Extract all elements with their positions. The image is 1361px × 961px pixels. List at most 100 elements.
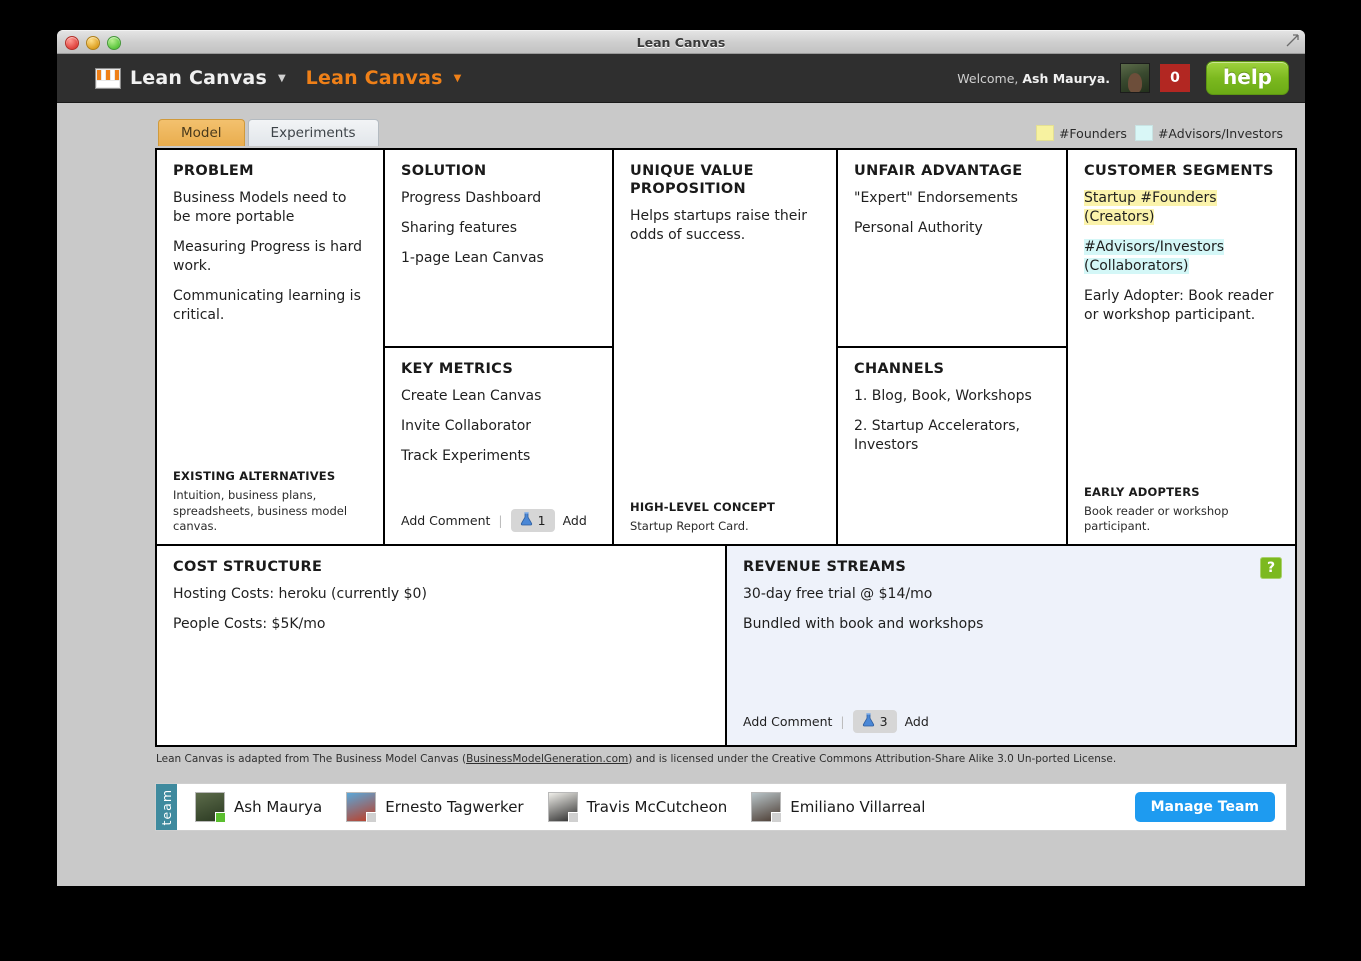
revenue-streams-line-2: Bundled with book and workshops [743, 615, 1279, 634]
unfair-advantage-line-2: Personal Authority [854, 219, 1050, 238]
status-badge [366, 812, 377, 823]
team-member[interactable]: Travis McCutcheon [548, 792, 728, 822]
attribution-after: ) and is licensed under the Creative Com… [628, 753, 1116, 765]
project-menu[interactable]: Lean Canvas ▼ [306, 67, 462, 89]
app-header: Lean Canvas ▼ Lean Canvas ▼ Welcome, Ash… [57, 54, 1305, 103]
attribution-text: Lean Canvas is adapted from The Business… [156, 753, 1116, 765]
avatar [548, 792, 578, 822]
team-member[interactable]: Ash Maurya [195, 792, 322, 822]
legend-swatch-founders [1036, 125, 1054, 141]
canvas-column-solution: SOLUTION Progress Dashboard Sharing feat… [385, 150, 614, 544]
channels-line-1: 1. Blog, Book, Workshops [854, 387, 1050, 406]
project-label: Lean Canvas [306, 67, 443, 89]
brand-menu[interactable]: Lean Canvas ▼ [95, 67, 286, 89]
team-member-name: Ernesto Tagwerker [385, 798, 523, 816]
add-link-revenue[interactable]: Add [905, 714, 929, 729]
revenue-comment-bar: Add Comment | 3 Add [727, 710, 1295, 745]
canvas-column-customer-segments: CUSTOMER SEGMENTS Startup #Founders (Cre… [1068, 150, 1295, 544]
cell-unique-value-proposition[interactable]: UNIQUE VALUE PROPOSITION Helps startups … [614, 150, 836, 544]
cell-customer-segments[interactable]: CUSTOMER SEGMENTS Startup #Founders (Cre… [1068, 150, 1295, 544]
team-bar: team Ash Maurya Ernesto Tagwerker [155, 783, 1287, 831]
flask-icon [862, 713, 875, 730]
cost-structure-line-2: People Costs: $5K/mo [173, 615, 709, 634]
project-chevron-down-icon[interactable]: ▼ [454, 73, 462, 84]
status-badge [215, 812, 226, 823]
cell-unfair-advantage[interactable]: UNFAIR ADVANTAGE "Expert" Endorsements P… [838, 150, 1066, 348]
zoom-button[interactable] [107, 36, 121, 50]
help-button[interactable]: help [1206, 61, 1289, 95]
canvas-column-unfair-advantage: UNFAIR ADVANTAGE "Expert" Endorsements P… [838, 150, 1068, 544]
lean-canvas-grid: PROBLEM Business Models need to be more … [155, 148, 1297, 747]
status-badge [568, 812, 579, 823]
cell-title-unfair-advantage: UNFAIR ADVANTAGE [854, 162, 1050, 180]
tab-model[interactable]: Model [158, 119, 245, 146]
team-member[interactable]: Emiliano Villarreal [751, 792, 925, 822]
experiment-count-revenue: 3 [880, 714, 888, 729]
view-tabs: Model Experiments [158, 119, 379, 146]
team-tab[interactable]: team [156, 784, 177, 830]
cell-solution[interactable]: SOLUTION Progress Dashboard Sharing feat… [385, 150, 612, 348]
revenue-streams-line-1: 30-day free trial @ $14/mo [743, 585, 1279, 604]
add-link-key-metrics[interactable]: Add [563, 513, 587, 528]
header-right-group: Welcome, Ash Maurya. 0 help [957, 61, 1289, 95]
lean-canvas-logo-icon [95, 68, 121, 89]
key-metrics-comment-bar: Add Comment | 1 Add [385, 509, 612, 544]
avatar [346, 792, 376, 822]
experiment-count-key-metrics: 1 [538, 513, 546, 528]
unfair-advantage-line-1: "Expert" Endorsements [854, 189, 1050, 208]
attribution-link[interactable]: BusinessModelGeneration.com [466, 753, 628, 765]
window-title: Lean Canvas [637, 35, 726, 50]
canvas-column-problem: PROBLEM Business Models need to be more … [157, 150, 385, 544]
existing-alternatives-text: Intuition, business plans, spreadsheets,… [173, 488, 367, 534]
customer-segment-founders-text: Startup #Founders (Creators) [1084, 190, 1217, 225]
notification-badge[interactable]: 0 [1160, 64, 1190, 92]
app-body: Model Experiments #Founders #Advisors/In… [57, 103, 1305, 886]
team-member-list: Ash Maurya Ernesto Tagwerker Travis McCu… [177, 792, 925, 822]
cell-problem[interactable]: PROBLEM Business Models need to be more … [157, 150, 383, 544]
minimize-button[interactable] [86, 36, 100, 50]
cell-key-metrics[interactable]: KEY METRICS Create Lean Canvas Invite Co… [385, 348, 612, 509]
comment-divider: | [498, 513, 502, 528]
cell-channels[interactable]: CHANNELS 1. Blog, Book, Workshops 2. Sta… [838, 348, 1066, 544]
team-tab-label: team [159, 789, 174, 825]
channels-line-2: 2. Startup Accelerators, Investors [854, 417, 1050, 455]
uvp-line-1: Helps startups raise their odds of succe… [630, 207, 820, 245]
cell-title-channels: CHANNELS [854, 360, 1050, 378]
tab-experiments[interactable]: Experiments [248, 119, 379, 146]
attribution-before: Lean Canvas is adapted from The Business… [156, 753, 466, 765]
close-button[interactable] [65, 36, 79, 50]
brand-label: Lean Canvas [130, 67, 267, 89]
resize-handle-icon[interactable] [1286, 34, 1300, 48]
customer-segment-founders: Startup #Founders (Creators) [1084, 189, 1279, 227]
cell-cost-structure[interactable]: COST STRUCTURE Hosting Costs: heroku (cu… [157, 546, 727, 745]
add-comment-link-key-metrics[interactable]: Add Comment [401, 513, 490, 528]
customer-segment-advisors: #Advisors/Investors (Collaborators) [1084, 238, 1279, 276]
legend-item-advisors: #Advisors/Investors [1135, 125, 1283, 141]
high-level-concept-text: Startup Report Card. [630, 519, 820, 534]
welcome-text: Welcome, Ash Maurya. [957, 71, 1110, 86]
legend-swatch-advisors [1135, 125, 1153, 141]
experiment-chip-key-metrics[interactable]: 1 [511, 509, 555, 532]
add-comment-link-revenue[interactable]: Add Comment [743, 714, 832, 729]
avatar[interactable] [1120, 63, 1150, 93]
solution-line-3: 1-page Lean Canvas [401, 249, 596, 268]
problem-line-1: Business Models need to be more portable [173, 189, 367, 227]
tag-legend: #Founders #Advisors/Investors [1036, 125, 1283, 141]
solution-line-1: Progress Dashboard [401, 189, 596, 208]
team-member-name: Emiliano Villarreal [790, 798, 925, 816]
early-adopters-text: Book reader or workshop participant. [1084, 504, 1279, 534]
customer-segment-early-adopter: Early Adopter: Book reader or workshop p… [1084, 287, 1279, 325]
customer-segment-advisors-text: #Advisors/Investors (Collaborators) [1084, 239, 1224, 274]
high-level-concept-title: HIGH-LEVEL CONCEPT [630, 500, 820, 514]
canvas-bottom-row: COST STRUCTURE Hosting Costs: heroku (cu… [157, 544, 1295, 745]
cell-revenue-streams[interactable]: ? REVENUE STREAMS 30-day free trial @ $1… [727, 546, 1295, 745]
brand-chevron-down-icon[interactable]: ▼ [278, 73, 286, 84]
cell-title-solution: SOLUTION [401, 162, 596, 180]
manage-team-button[interactable]: Manage Team [1135, 792, 1275, 822]
experiment-chip-revenue[interactable]: 3 [853, 710, 897, 733]
key-metrics-line-2: Invite Collaborator [401, 417, 596, 436]
cell-title-key-metrics: KEY METRICS [401, 360, 596, 378]
team-member-name: Travis McCutcheon [587, 798, 728, 816]
cell-title-uvp: UNIQUE VALUE PROPOSITION [630, 162, 820, 198]
team-member[interactable]: Ernesto Tagwerker [346, 792, 523, 822]
